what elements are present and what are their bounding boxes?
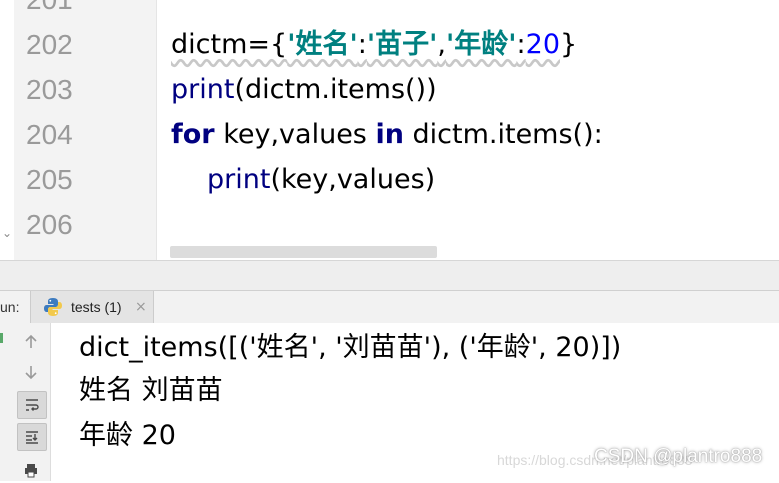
builtin-function: print — [207, 164, 271, 195]
scroll-to-end-icon[interactable] — [17, 423, 47, 451]
code-line-205[interactable]: print(key,values) — [207, 157, 435, 202]
builtin-function: print — [171, 74, 235, 105]
code-token: : — [357, 29, 367, 60]
tab-run-tests[interactable]: tests (1) × — [30, 291, 154, 323]
string-literal: '年龄' — [445, 29, 517, 60]
tab-label: tests (1) — [71, 299, 122, 315]
code-token: , — [437, 29, 446, 60]
print-icon[interactable] — [17, 457, 45, 483]
string-literal: '姓名' — [287, 29, 358, 60]
line-number: 204 — [26, 119, 73, 150]
keyword: in — [375, 119, 404, 150]
code-token: : — [516, 29, 526, 60]
code-line-202[interactable]: dictm={'姓名':'苗子','年龄':20} — [171, 22, 577, 67]
soft-wrap-icon[interactable] — [17, 391, 47, 419]
python-icon — [44, 298, 62, 316]
watermark: CSDN @plantro888 — [594, 446, 763, 467]
number-literal: 20 — [525, 29, 560, 60]
run-label: un: — [0, 299, 20, 315]
line-number-gutter: 201 202 203 204 205 206 — [14, 0, 157, 260]
console-line: dict_items([('姓名', '刘苗苗'), ('年龄', 20)]) — [79, 332, 622, 363]
code-line-204[interactable]: for key,values in dictm.items(): — [171, 112, 603, 157]
line-number: 201 — [26, 0, 73, 22]
code-line-203[interactable]: print(dictm.items()) — [171, 67, 437, 112]
editor-left-edge — [0, 0, 14, 260]
console-line: 姓名 刘苗苗 — [79, 375, 223, 406]
horizontal-scrollbar[interactable] — [170, 246, 437, 258]
run-tool-header: un: tests (1) × — [0, 290, 779, 324]
close-icon[interactable]: × — [135, 291, 147, 323]
arrow-down-icon[interactable] — [17, 359, 45, 385]
left-tool-strip — [0, 323, 15, 481]
run-status-mark — [0, 333, 3, 343]
code-token: (key,values) — [270, 164, 436, 195]
console-line: 年龄 20 — [79, 420, 176, 451]
panel-divider[interactable] — [0, 260, 779, 291]
arrow-up-icon[interactable] — [17, 329, 45, 355]
code-area[interactable]: dictm={'姓名':'苗子','年龄':20} print(dictm.it… — [157, 0, 779, 260]
keyword: for — [171, 119, 215, 150]
line-number: 203 — [26, 74, 73, 105]
code-token: key,values — [214, 119, 376, 150]
line-number: 202 — [26, 29, 73, 60]
code-token: (dictm.items()) — [234, 74, 437, 105]
code-token: } — [560, 29, 578, 60]
string-literal: '苗子' — [366, 29, 438, 60]
code-token: dictm.items(): — [403, 119, 603, 150]
run-toolbar — [14, 323, 51, 481]
line-number: 205 — [26, 164, 73, 195]
code-token: dictm={ — [171, 29, 288, 60]
fold-chevron-icon[interactable]: ⌄ — [2, 226, 12, 240]
line-number: 206 — [26, 209, 73, 240]
code-editor[interactable]: 201 202 203 204 205 206 ⌄ dictm={'姓名':'苗… — [0, 0, 779, 260]
